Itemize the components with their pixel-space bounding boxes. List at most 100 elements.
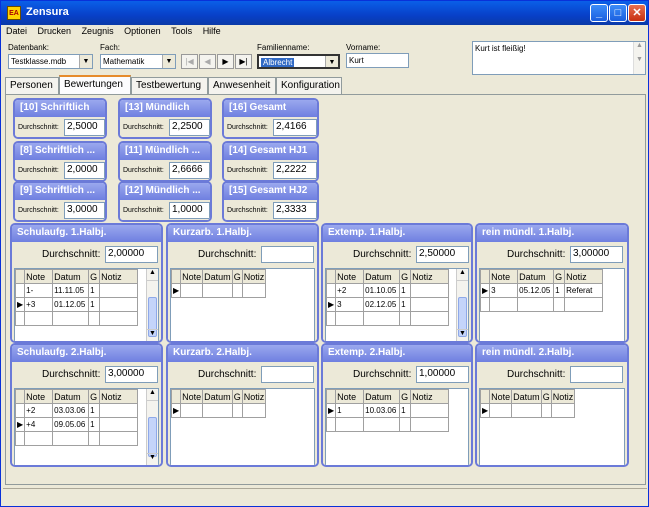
header-note[interactable]: Note (489, 269, 519, 284)
chevron-down-icon[interactable]: ▼ (162, 55, 175, 68)
avg-value[interactable] (570, 366, 623, 383)
cell-notiz[interactable] (99, 417, 139, 432)
cell-note[interactable]: +2 (335, 283, 365, 298)
table-row[interactable]: ▶ +4 09.05.06 1 (14, 417, 139, 432)
menu-datei[interactable]: Datei (3, 25, 30, 37)
header-notiz[interactable]: Notiz (241, 389, 267, 404)
cell-g[interactable] (553, 297, 566, 312)
avg-value[interactable]: 3,0000 (64, 202, 105, 219)
tab-anwesenheit[interactable]: Anwesenheit (208, 77, 276, 94)
cell-notiz[interactable] (99, 311, 139, 326)
cell-g[interactable]: 1 (553, 283, 566, 298)
cell-g[interactable]: 1 (399, 283, 412, 298)
avg-value[interactable]: 2,3333 (273, 202, 317, 219)
header-note[interactable]: Note (24, 269, 54, 284)
cell-datum[interactable]: 01.10.05 (363, 283, 401, 298)
cell-notiz[interactable] (99, 297, 139, 312)
cell-g[interactable]: 1 (88, 297, 101, 312)
cell-notiz[interactable] (410, 297, 450, 312)
header-note[interactable]: Note (24, 389, 54, 404)
scroll-up-icon[interactable]: ▲ (457, 269, 468, 281)
cell-note[interactable]: 3 (335, 297, 365, 312)
minimize-button[interactable]: _ (590, 4, 608, 22)
header-datum[interactable]: Datum (202, 389, 233, 404)
header-notiz[interactable]: Notiz (241, 269, 267, 284)
cell-g[interactable]: 1 (399, 403, 412, 418)
grid-scrollbar[interactable]: ▲ ▼ (146, 269, 158, 341)
cell-notiz[interactable] (550, 403, 576, 418)
grid-scrollbar[interactable]: ▲ ▼ (146, 389, 158, 465)
cell-g[interactable]: 1 (88, 417, 101, 432)
header-g[interactable]: G (88, 269, 101, 284)
cell-note[interactable] (335, 311, 365, 326)
header-notiz[interactable]: Notiz (410, 269, 450, 284)
chevron-down-icon[interactable]: ▼ (325, 56, 338, 67)
grade-grid[interactable]: Note Datum G Notiz ▶ 3 05.12.05 1 Refera… (479, 268, 625, 341)
cell-g[interactable] (88, 431, 101, 446)
avg-value[interactable]: 3,00000 (105, 366, 158, 383)
avg-value[interactable]: 3,00000 (570, 246, 623, 263)
header-g[interactable]: G (399, 389, 412, 404)
fach-combo[interactable]: Mathematik ▼ (100, 54, 176, 69)
table-row[interactable]: +2 03.03.06 1 (14, 403, 139, 418)
cell-datum[interactable] (202, 403, 233, 418)
cell-g[interactable] (540, 403, 552, 418)
table-row-new[interactable] (14, 311, 139, 326)
menu-zeugnis[interactable]: Zeugnis (79, 25, 117, 37)
cell-notiz[interactable] (564, 297, 604, 312)
cell-notiz[interactable] (241, 403, 267, 418)
header-notiz[interactable]: Notiz (99, 389, 139, 404)
cell-g[interactable]: 1 (399, 297, 412, 312)
header-g[interactable]: G (540, 389, 552, 404)
cell-notiz[interactable] (410, 283, 450, 298)
nav-first-button[interactable]: |◀ (181, 54, 198, 69)
cell-note[interactable]: 1 (335, 403, 365, 418)
scroll-up-icon[interactable]: ▲ (147, 269, 158, 281)
avg-value[interactable] (261, 246, 314, 263)
cell-g[interactable] (399, 417, 412, 432)
table-row-new[interactable] (325, 311, 450, 326)
cell-notiz[interactable] (99, 431, 139, 446)
cell-note[interactable]: +3 (24, 297, 54, 312)
grade-grid[interactable]: Note Datum G Notiz ▶ 1 10.03.06 1 (325, 388, 469, 465)
header-notiz[interactable]: Notiz (550, 389, 576, 404)
cell-note[interactable] (489, 403, 513, 418)
avg-value[interactable]: 1,00000 (416, 366, 469, 383)
scroll-down-icon[interactable]: ▼ (457, 329, 468, 341)
header-note[interactable]: Note (335, 269, 365, 284)
cell-notiz[interactable] (99, 283, 139, 298)
header-g[interactable]: G (553, 269, 566, 284)
cell-datum[interactable] (363, 417, 401, 432)
header-g[interactable]: G (231, 389, 243, 404)
header-datum[interactable]: Datum (52, 269, 90, 284)
header-notiz[interactable]: Notiz (410, 389, 450, 404)
header-g[interactable]: G (88, 389, 101, 404)
avg-value[interactable]: 2,6666 (169, 162, 210, 179)
cell-datum[interactable] (52, 431, 90, 446)
cell-notiz[interactable] (241, 283, 267, 298)
cell-note[interactable]: 3 (489, 283, 519, 298)
tab-testbewertung[interactable]: Testbewertung (131, 77, 208, 94)
table-row[interactable]: ▶ 3 02.12.05 1 (325, 297, 450, 312)
cell-datum[interactable] (517, 297, 555, 312)
cell-datum[interactable] (363, 311, 401, 326)
cell-datum[interactable]: 09.05.06 (52, 417, 90, 432)
cell-datum[interactable]: 02.12.05 (363, 297, 401, 312)
table-row-new[interactable] (14, 431, 139, 446)
table-row[interactable]: ▶ +3 01.12.05 1 (14, 297, 139, 312)
table-row-new[interactable]: ▶ (170, 283, 267, 298)
chevron-down-icon[interactable]: ▼ (79, 55, 92, 68)
cell-notiz[interactable] (99, 403, 139, 418)
header-note[interactable]: Note (489, 389, 513, 404)
table-row[interactable]: ▶ 1 10.03.06 1 (325, 403, 450, 418)
cell-note[interactable] (489, 297, 519, 312)
table-row-new[interactable] (479, 297, 604, 312)
cell-datum[interactable]: 05.12.05 (517, 283, 555, 298)
cell-g[interactable] (231, 403, 243, 418)
avg-value[interactable]: 2,50000 (416, 246, 469, 263)
menu-drucken[interactable]: Drucken (35, 25, 75, 37)
tab-konfiguration[interactable]: Konfiguration (276, 77, 342, 94)
header-g[interactable]: G (399, 269, 412, 284)
cell-g[interactable]: 1 (88, 283, 101, 298)
grade-grid[interactable]: Note Datum G Notiz +2 03.03.06 1 ▶ +4 09… (14, 388, 159, 465)
